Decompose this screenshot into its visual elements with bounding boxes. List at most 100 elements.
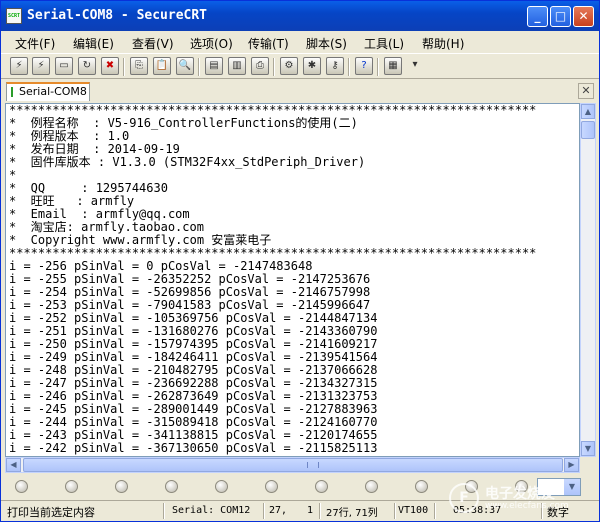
menu-view[interactable]: 查看(V) bbox=[132, 35, 174, 52]
close-tab-button[interactable]: ✕ bbox=[578, 83, 594, 99]
menu-file[interactable]: 文件(F) bbox=[15, 35, 55, 52]
button-bar-button[interactable] bbox=[365, 480, 378, 493]
vertical-scroll-thumb[interactable] bbox=[581, 121, 595, 139]
terminal-line: * bbox=[9, 169, 17, 182]
terminal-line: ****************************************… bbox=[9, 104, 537, 117]
status-separator bbox=[319, 503, 321, 519]
window-title: Serial-COM8 - SecureCRT bbox=[27, 8, 208, 23]
terminal-line: i = -245 pSinVal = -289001449 pCosVal = … bbox=[9, 403, 378, 416]
print-icon[interactable]: ▤ bbox=[205, 57, 223, 75]
menu-edit[interactable]: 编辑(E) bbox=[73, 35, 114, 52]
terminal-line: * QQ : 1295744630 bbox=[9, 182, 168, 195]
minimize-button[interactable]: _ bbox=[527, 6, 548, 27]
terminal-line: * 例程名称 : V5-916_ControllerFunctions的使用(二… bbox=[9, 117, 358, 130]
terminal-line: i = -254 pSinVal = -52699856 pCosVal = -… bbox=[9, 286, 371, 299]
connect-tab-icon[interactable]: ▭ bbox=[55, 57, 73, 75]
scroll-down-button[interactable]: ▼ bbox=[581, 441, 595, 456]
terminal-line: i = -252 pSinVal = -105369756 pCosVal = … bbox=[9, 312, 378, 325]
terminal-line: i = -255 pSinVal = -26352252 pCosVal = -… bbox=[9, 273, 371, 286]
terminal-line: * Email : armfly@qq.com bbox=[9, 208, 190, 221]
toolbar: ⚡ ⚡ ▭ ↻ ✖ ⎘ 📋 🔍 ▤ ▥ ⎙ ⚙ ✱ ⚷ ? ▦ ▾ bbox=[1, 53, 599, 79]
connect-icon[interactable]: ⚡ bbox=[10, 57, 28, 75]
terminal-line: i = -249 pSinVal = -184246411 pCosVal = … bbox=[9, 351, 378, 364]
terminal-line: i = -244 pSinVal = -315089418 pCosVal = … bbox=[9, 416, 378, 429]
paste-icon[interactable]: 📋 bbox=[153, 57, 171, 75]
status-port: Serial: COM12 bbox=[172, 505, 251, 516]
copy-icon[interactable]: ⎘ bbox=[130, 57, 148, 75]
toolbar-separator bbox=[123, 58, 125, 76]
tab-status-icon bbox=[11, 87, 13, 97]
menu-options[interactable]: 选项(O) bbox=[190, 35, 233, 52]
global-options-icon[interactable]: ✱ bbox=[303, 57, 321, 75]
status-col: 1 bbox=[307, 505, 314, 516]
toolbar-separator bbox=[377, 58, 379, 76]
more-icon[interactable]: ▾ bbox=[406, 57, 424, 75]
vertical-scrollbar[interactable]: ▲ ▼ bbox=[580, 103, 596, 457]
print-screen-icon[interactable]: ⎙ bbox=[251, 57, 269, 75]
keymap-icon[interactable]: ⚷ bbox=[326, 57, 344, 75]
terminal-line: * Copyright www.armfly.com 安富莱电子 bbox=[9, 234, 272, 247]
menu-tools[interactable]: 工具(L) bbox=[364, 35, 404, 52]
terminal-line: * 旺旺 : armfly bbox=[9, 195, 135, 208]
terminal-line: i = -243 pSinVal = -341138815 pCosVal = … bbox=[9, 429, 378, 442]
terminal-line: i = -247 pSinVal = -236692288 pCosVal = … bbox=[9, 377, 378, 390]
button-bar-button[interactable] bbox=[415, 480, 428, 493]
terminal-line: i = -248 pSinVal = -210482795 pCosVal = … bbox=[9, 364, 378, 377]
scroll-left-button[interactable]: ◀ bbox=[6, 458, 21, 472]
title-bar[interactable]: SCRT Serial-COM8 - SecureCRT _ □ ✕ bbox=[1, 1, 599, 31]
status-row: 27, bbox=[269, 505, 288, 516]
status-separator bbox=[394, 503, 396, 519]
tab-serial-com8[interactable]: Serial-COM8 bbox=[6, 82, 90, 101]
reconnect-icon[interactable]: ↻ bbox=[78, 57, 96, 75]
sftp-icon[interactable]: ▦ bbox=[384, 57, 402, 75]
status-terminal-type: VT100 bbox=[398, 505, 429, 516]
session-options-icon[interactable]: ⚙ bbox=[280, 57, 298, 75]
close-button[interactable]: ✕ bbox=[573, 6, 594, 27]
horizontal-scrollbar[interactable]: ◀ ▶ bbox=[5, 457, 580, 473]
status-message: 打印当前选定内容 bbox=[7, 506, 95, 519]
terminal-line: * 例程版本 : 1.0 bbox=[9, 130, 130, 143]
tab-label: Serial-COM8 bbox=[19, 85, 87, 98]
terminal-output[interactable]: ****************************************… bbox=[5, 103, 580, 457]
securecrt-window: SCRT Serial-COM8 - SecureCRT _ □ ✕ 文件(F)… bbox=[0, 0, 600, 522]
quick-connect-icon[interactable]: ⚡ bbox=[32, 57, 50, 75]
scroll-right-button[interactable]: ▶ bbox=[564, 458, 579, 472]
watermark-logo: F 电子发烧友 www.elecfans.com bbox=[449, 481, 589, 515]
button-bar-button[interactable] bbox=[215, 480, 228, 493]
print-setup-icon[interactable]: ▥ bbox=[228, 57, 246, 75]
terminal-line: i = -250 pSinVal = -157974395 pCosVal = … bbox=[9, 338, 378, 351]
find-icon[interactable]: 🔍 bbox=[176, 57, 194, 75]
disconnect-icon[interactable]: ✖ bbox=[101, 57, 119, 75]
terminal-line: * 固件库版本 : V1.3.0 (STM32F4xx_StdPeriph_Dr… bbox=[9, 156, 366, 169]
terminal-text: ****************************************… bbox=[9, 104, 536, 455]
menu-script[interactable]: 脚本(S) bbox=[306, 35, 347, 52]
button-bar-button[interactable] bbox=[115, 480, 128, 493]
watermark-text: 电子发烧友 bbox=[485, 486, 555, 502]
button-bar-button[interactable] bbox=[65, 480, 78, 493]
status-separator bbox=[163, 503, 165, 519]
menu-transfer[interactable]: 传输(T) bbox=[248, 35, 289, 52]
terminal-line: ****************************************… bbox=[9, 247, 537, 260]
button-bar-button[interactable] bbox=[315, 480, 328, 493]
terminal-line: i = -246 pSinVal = -262873649 pCosVal = … bbox=[9, 390, 378, 403]
toolbar-separator bbox=[348, 58, 350, 76]
toolbar-separator bbox=[198, 58, 200, 76]
button-bar-button[interactable] bbox=[265, 480, 278, 493]
button-bar-button[interactable] bbox=[15, 480, 28, 493]
terminal-line: * 发布日期 : 2014-09-19 bbox=[9, 143, 180, 156]
terminal-line: i = -242 pSinVal = -367130650 pCosVal = … bbox=[9, 442, 378, 455]
terminal-line: i = -253 pSinVal = -79041583 pCosVal = -… bbox=[9, 299, 371, 312]
maximize-button[interactable]: □ bbox=[550, 6, 571, 27]
status-rows-cols: 27行, 71列 bbox=[326, 508, 378, 519]
session-tab-bar: Serial-COM8 ✕ bbox=[1, 79, 599, 103]
menu-bar: 文件(F) 编辑(E) 查看(V) 选项(O) 传输(T) 脚本(S) 工具(L… bbox=[1, 31, 599, 53]
horizontal-scroll-thumb[interactable] bbox=[23, 458, 563, 472]
scroll-up-button[interactable]: ▲ bbox=[581, 104, 595, 119]
menu-help[interactable]: 帮助(H) bbox=[422, 35, 464, 52]
securecrt-app-icon[interactable]: SCRT bbox=[6, 8, 22, 24]
watermark-mark: F bbox=[449, 483, 479, 513]
terminal-line: i = -256 pSinVal = 0 pCosVal = -21474836… bbox=[9, 260, 313, 273]
toolbar-separator bbox=[273, 58, 275, 76]
help-icon[interactable]: ? bbox=[355, 57, 373, 75]
button-bar-button[interactable] bbox=[165, 480, 178, 493]
